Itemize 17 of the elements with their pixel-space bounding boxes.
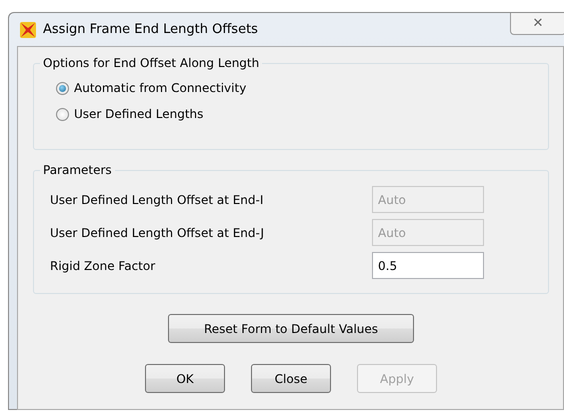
- radio-button[interactable]: [56, 108, 69, 120]
- field-label: Rigid Zone Factor: [50, 258, 156, 274]
- field-label: User Defined Length Offset at End-I: [50, 192, 264, 208]
- radio-option[interactable]: Automatic from Connectivity: [56, 78, 548, 98]
- radio-button[interactable]: [56, 82, 69, 94]
- dialog-button[interactable]: Close: [251, 364, 331, 393]
- dialog-button[interactable]: OK: [145, 364, 225, 393]
- input-field[interactable]: 0.5: [372, 252, 484, 279]
- group-title: Options for End Offset Along Length: [40, 55, 262, 71]
- radio-label: User Defined Lengths: [74, 106, 204, 123]
- radio-option[interactable]: User Defined Lengths: [56, 104, 548, 124]
- reset-button[interactable]: Reset Form to Default Values: [168, 314, 414, 343]
- app-logo-icon: [19, 20, 37, 38]
- radio-label: Automatic from Connectivity: [74, 80, 246, 97]
- field-label: User Defined Length Offset at End-J: [50, 224, 266, 242]
- window-title: Assign Frame End Length Offsets: [43, 20, 258, 39]
- close-icon[interactable]: ✕: [510, 13, 564, 35]
